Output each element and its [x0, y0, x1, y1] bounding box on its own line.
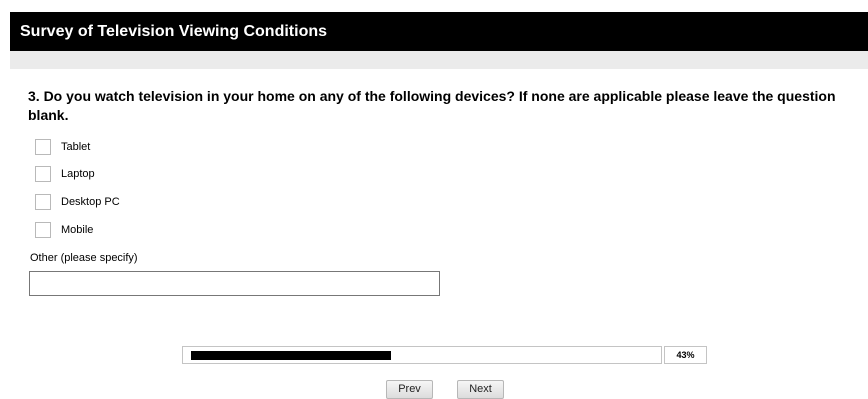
- survey-header: Survey of Television Viewing Conditions: [10, 12, 868, 51]
- other-label: Other (please specify): [30, 252, 138, 264]
- laptop-checkbox[interactable]: [35, 165, 51, 182]
- option-tablet[interactable]: Tablet: [35, 138, 90, 155]
- option-label: Mobile: [61, 223, 94, 236]
- option-laptop[interactable]: Laptop: [35, 165, 95, 182]
- tablet-checkbox[interactable]: [35, 138, 51, 155]
- option-label: Tablet: [61, 140, 91, 153]
- option-label: Desktop PC: [61, 195, 120, 208]
- option-desktop-pc[interactable]: Desktop PC: [35, 193, 120, 210]
- progress-percent: 43%: [664, 346, 707, 364]
- progress-fill: [191, 351, 391, 360]
- desktop-pc-checkbox[interactable]: [35, 193, 51, 210]
- progress-bar: 43%: [182, 346, 707, 364]
- option-mobile[interactable]: Mobile: [35, 221, 93, 238]
- header-subbar: [10, 51, 868, 69]
- option-label: Laptop: [61, 167, 95, 180]
- question-text: 3. Do you watch television in your home …: [28, 88, 836, 123]
- survey-title: Survey of Television Viewing Conditions: [20, 23, 328, 40]
- other-specify-input[interactable]: [29, 271, 440, 296]
- mobile-checkbox[interactable]: [35, 221, 51, 238]
- next-button[interactable]: Next: [457, 380, 504, 399]
- prev-button[interactable]: Prev: [386, 380, 433, 399]
- progress-track: [182, 346, 662, 364]
